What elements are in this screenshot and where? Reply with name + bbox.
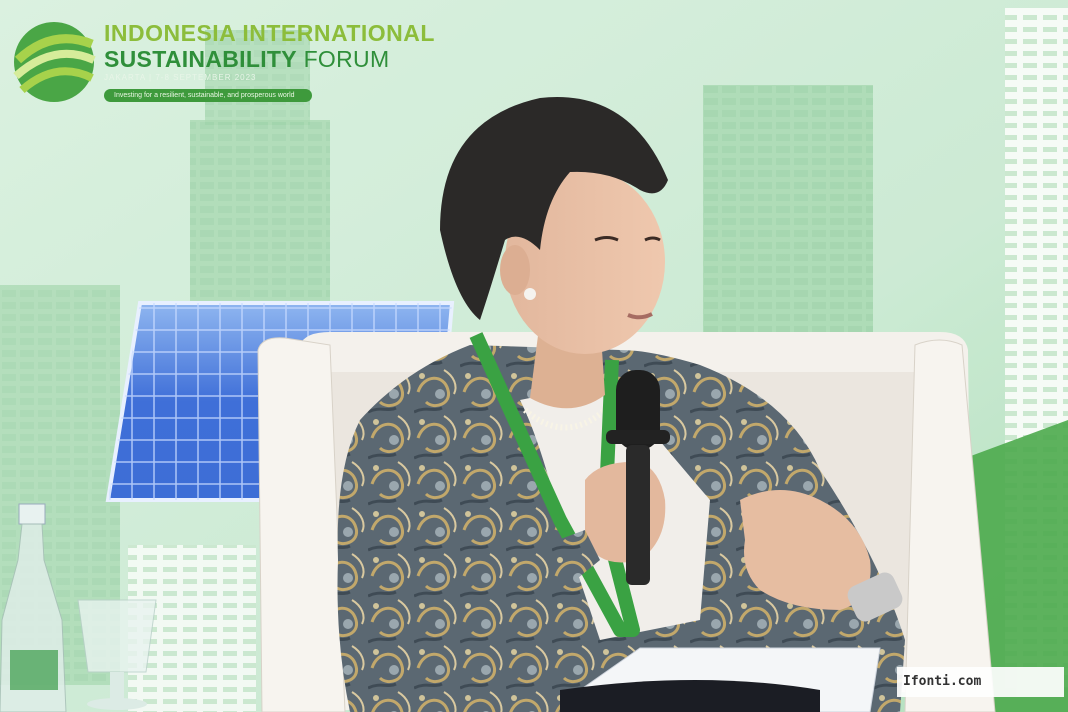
watermark: Ifonti.com [897,667,1064,697]
event-title-line2: SUSTAINABILITY FORUM [104,46,389,73]
building-center-right [703,85,873,335]
event-title-line2-rest: FORUM [296,46,390,72]
globe-logo-icon [13,22,96,102]
event-title-line1: INDONESIA INTERNATIONAL [104,20,435,46]
event-dates: JAKARTA | 7-8 SEPTEMBER 2023 [104,73,257,82]
event-logo: INDONESIA INTERNATIONAL SUSTAINABILITY F… [12,18,452,108]
pearl-earring [524,288,536,300]
event-tagline: Investing for a resilient, sustainable, … [104,89,312,102]
event-title-line2-bold: SUSTAINABILITY [104,46,297,72]
